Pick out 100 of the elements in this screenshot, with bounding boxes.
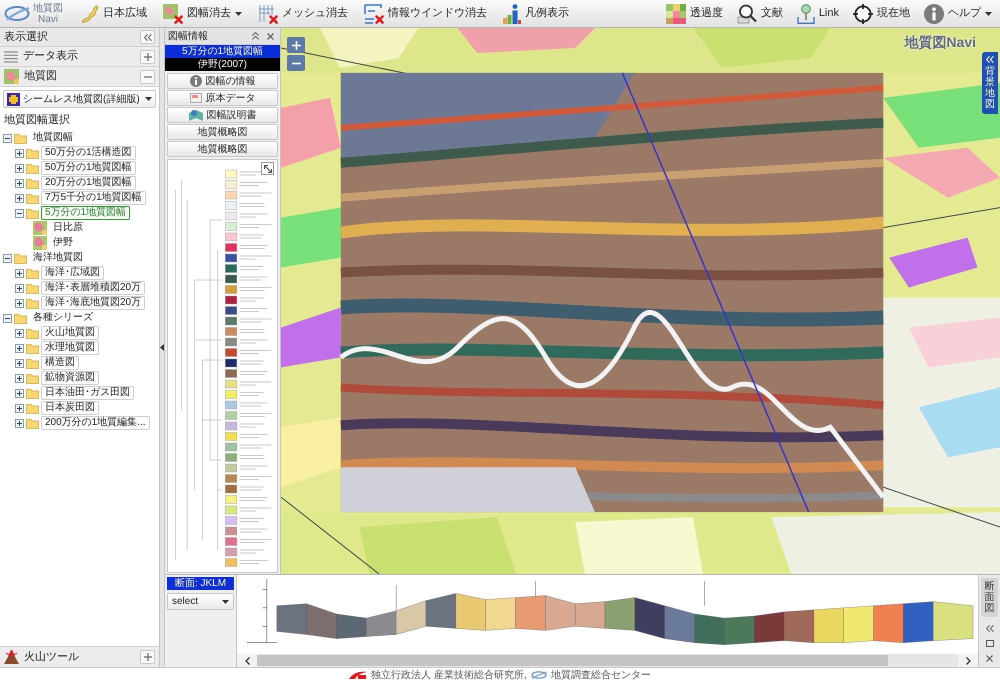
minus-box-icon[interactable] xyxy=(3,134,12,142)
help-button[interactable]: ヘルプ xyxy=(920,2,996,26)
japan-view-button[interactable]: 日本広域 xyxy=(77,2,151,26)
legend-button[interactable]: 凡例表示 xyxy=(499,2,573,26)
book-icon xyxy=(188,108,202,122)
tree-item[interactable]: 5万分の1地質図幅 xyxy=(41,206,130,220)
scroll-right-button[interactable] xyxy=(958,654,978,667)
tree-item[interactable]: 日本炭田図 xyxy=(41,401,99,415)
plus-box-icon[interactable] xyxy=(15,284,24,292)
zoom-in-button[interactable] xyxy=(287,37,305,53)
plus-box-icon[interactable] xyxy=(15,358,24,368)
plus-box-icon[interactable] xyxy=(15,404,24,412)
references-button[interactable]: 文献 xyxy=(732,2,787,26)
sheet-info-button[interactable]: 図幅の情報 xyxy=(167,73,278,89)
tree-item[interactable]: 構造図 xyxy=(41,356,79,370)
grid-delete-icon xyxy=(258,4,278,24)
transparency-button[interactable]: 透過度 xyxy=(662,2,727,26)
folder-icon xyxy=(14,252,27,264)
folder-icon xyxy=(26,282,39,294)
expand-button[interactable] xyxy=(261,162,274,175)
manual-button[interactable]: 図幅説明書 xyxy=(167,107,278,123)
plus-box-icon[interactable] xyxy=(15,178,24,188)
folder-icon xyxy=(26,192,39,204)
legend-icon xyxy=(503,4,521,24)
folder-icon xyxy=(26,178,39,188)
folder-icon xyxy=(26,148,39,158)
current-location-button[interactable]: 現在地 xyxy=(849,2,914,26)
section-label[interactable]: 地質図 xyxy=(24,68,135,85)
app-subtitle: Navi xyxy=(38,14,58,24)
section-label[interactable]: 火山ツール xyxy=(24,648,135,666)
overview-map-button[interactable]: 地質概略図 xyxy=(167,124,278,140)
plus-box-icon[interactable] xyxy=(15,148,24,158)
list-icon xyxy=(4,50,18,62)
tree-item[interactable]: 伊野 xyxy=(49,236,77,250)
map-thumbnail-icon xyxy=(33,236,47,250)
plus-box-icon[interactable] xyxy=(15,418,24,428)
tree-item[interactable]: 50万分の1地質図幅 xyxy=(41,161,136,175)
chevron-right-icon xyxy=(966,656,970,664)
tree-item[interactable]: 20万分の1地質図幅 xyxy=(41,176,136,190)
tree-item[interactable]: 地質図幅 xyxy=(29,131,77,145)
cross-section-tab[interactable]: 断面図 xyxy=(981,578,998,617)
tree-item[interactable]: 日比原 xyxy=(49,221,87,235)
tree-item[interactable]: 海洋･表層堆積図20万 xyxy=(41,281,146,295)
tree-item[interactable]: 50万分の1活構造図 xyxy=(41,146,136,160)
tree-item[interactable]: 鉱物資源図 xyxy=(41,371,99,385)
scrollbar-thumb[interactable] xyxy=(257,655,888,666)
zoom-out-button[interactable] xyxy=(287,55,305,71)
collapse-button[interactable] xyxy=(140,70,155,84)
crosshair-icon xyxy=(853,4,873,24)
series-title: 5万分の1地質図幅 xyxy=(165,45,280,58)
expand-button[interactable] xyxy=(140,650,155,664)
plus-box-icon[interactable] xyxy=(15,374,24,382)
folder-icon xyxy=(26,162,39,174)
overview-map-button[interactable]: 地質概略図 xyxy=(167,141,278,157)
clear-mesh-button[interactable]: メッシュ消去 xyxy=(254,2,352,26)
collapse-button[interactable] xyxy=(140,30,155,44)
background-map-tab[interactable]: 背景地図 xyxy=(982,52,998,114)
layer-select[interactable]: シームレス地質図(詳細版) xyxy=(3,90,156,108)
plus-box-icon[interactable] xyxy=(15,164,24,172)
map-logo-text: 地質図Navi xyxy=(904,33,976,52)
layer-icon xyxy=(7,92,20,106)
japan-map-icon xyxy=(81,4,99,22)
plus-box-icon[interactable] xyxy=(15,388,24,398)
source-data-button[interactable]: 原本データ xyxy=(167,90,278,106)
plus-box-icon[interactable] xyxy=(15,344,24,352)
swoosh-logo-icon xyxy=(349,671,368,679)
plus-box-icon[interactable] xyxy=(15,328,24,338)
collapse-button[interactable] xyxy=(249,30,262,42)
plus-box-icon[interactable] xyxy=(15,194,24,202)
minus-box-icon[interactable] xyxy=(15,208,24,218)
link-button[interactable]: Link xyxy=(792,2,843,26)
tree-item[interactable]: 200万分の1地質編集... xyxy=(41,416,150,430)
expand-button[interactable] xyxy=(140,50,155,64)
tree-item[interactable]: 各種シリーズ xyxy=(29,311,97,325)
tree-item[interactable]: 7万5千分の1地質図幅 xyxy=(41,191,146,205)
tree-item[interactable]: 日本油田･ガス田図 xyxy=(41,386,134,400)
swoosh-logo-icon xyxy=(530,671,547,679)
tree-item[interactable]: 海洋･広域図 xyxy=(41,266,104,280)
minus-box-icon[interactable] xyxy=(3,314,12,322)
clear-info-window-button[interactable]: 情報ウインドウ消去 xyxy=(360,2,491,26)
plus-box-icon[interactable] xyxy=(15,268,24,278)
section-select[interactable]: select xyxy=(167,593,234,610)
clear-sheets-button[interactable]: 図幅消去 xyxy=(159,2,246,26)
tree-item[interactable]: 水理地質図 xyxy=(41,341,99,355)
plus-box-icon[interactable] xyxy=(15,298,24,308)
tree-item[interactable]: 海洋地質図 xyxy=(29,251,87,265)
double-chevron-left-icon xyxy=(986,56,994,63)
tree-item[interactable]: 火山地質図 xyxy=(41,326,99,340)
folder-icon xyxy=(26,358,39,368)
expand-icon xyxy=(264,164,272,172)
section-label[interactable]: データ表示 xyxy=(23,48,135,65)
scroll-left-button[interactable] xyxy=(237,654,257,667)
folder-icon xyxy=(26,388,39,398)
pin-icon xyxy=(796,4,815,24)
minus-box-icon[interactable] xyxy=(3,254,12,262)
tree-item[interactable]: 海洋･海底地質図20万 xyxy=(41,296,146,310)
map-tile-icon xyxy=(4,69,19,84)
folder-icon xyxy=(14,312,27,324)
triangle-left-icon[interactable] xyxy=(160,344,164,351)
chevron-left-icon xyxy=(244,656,250,664)
